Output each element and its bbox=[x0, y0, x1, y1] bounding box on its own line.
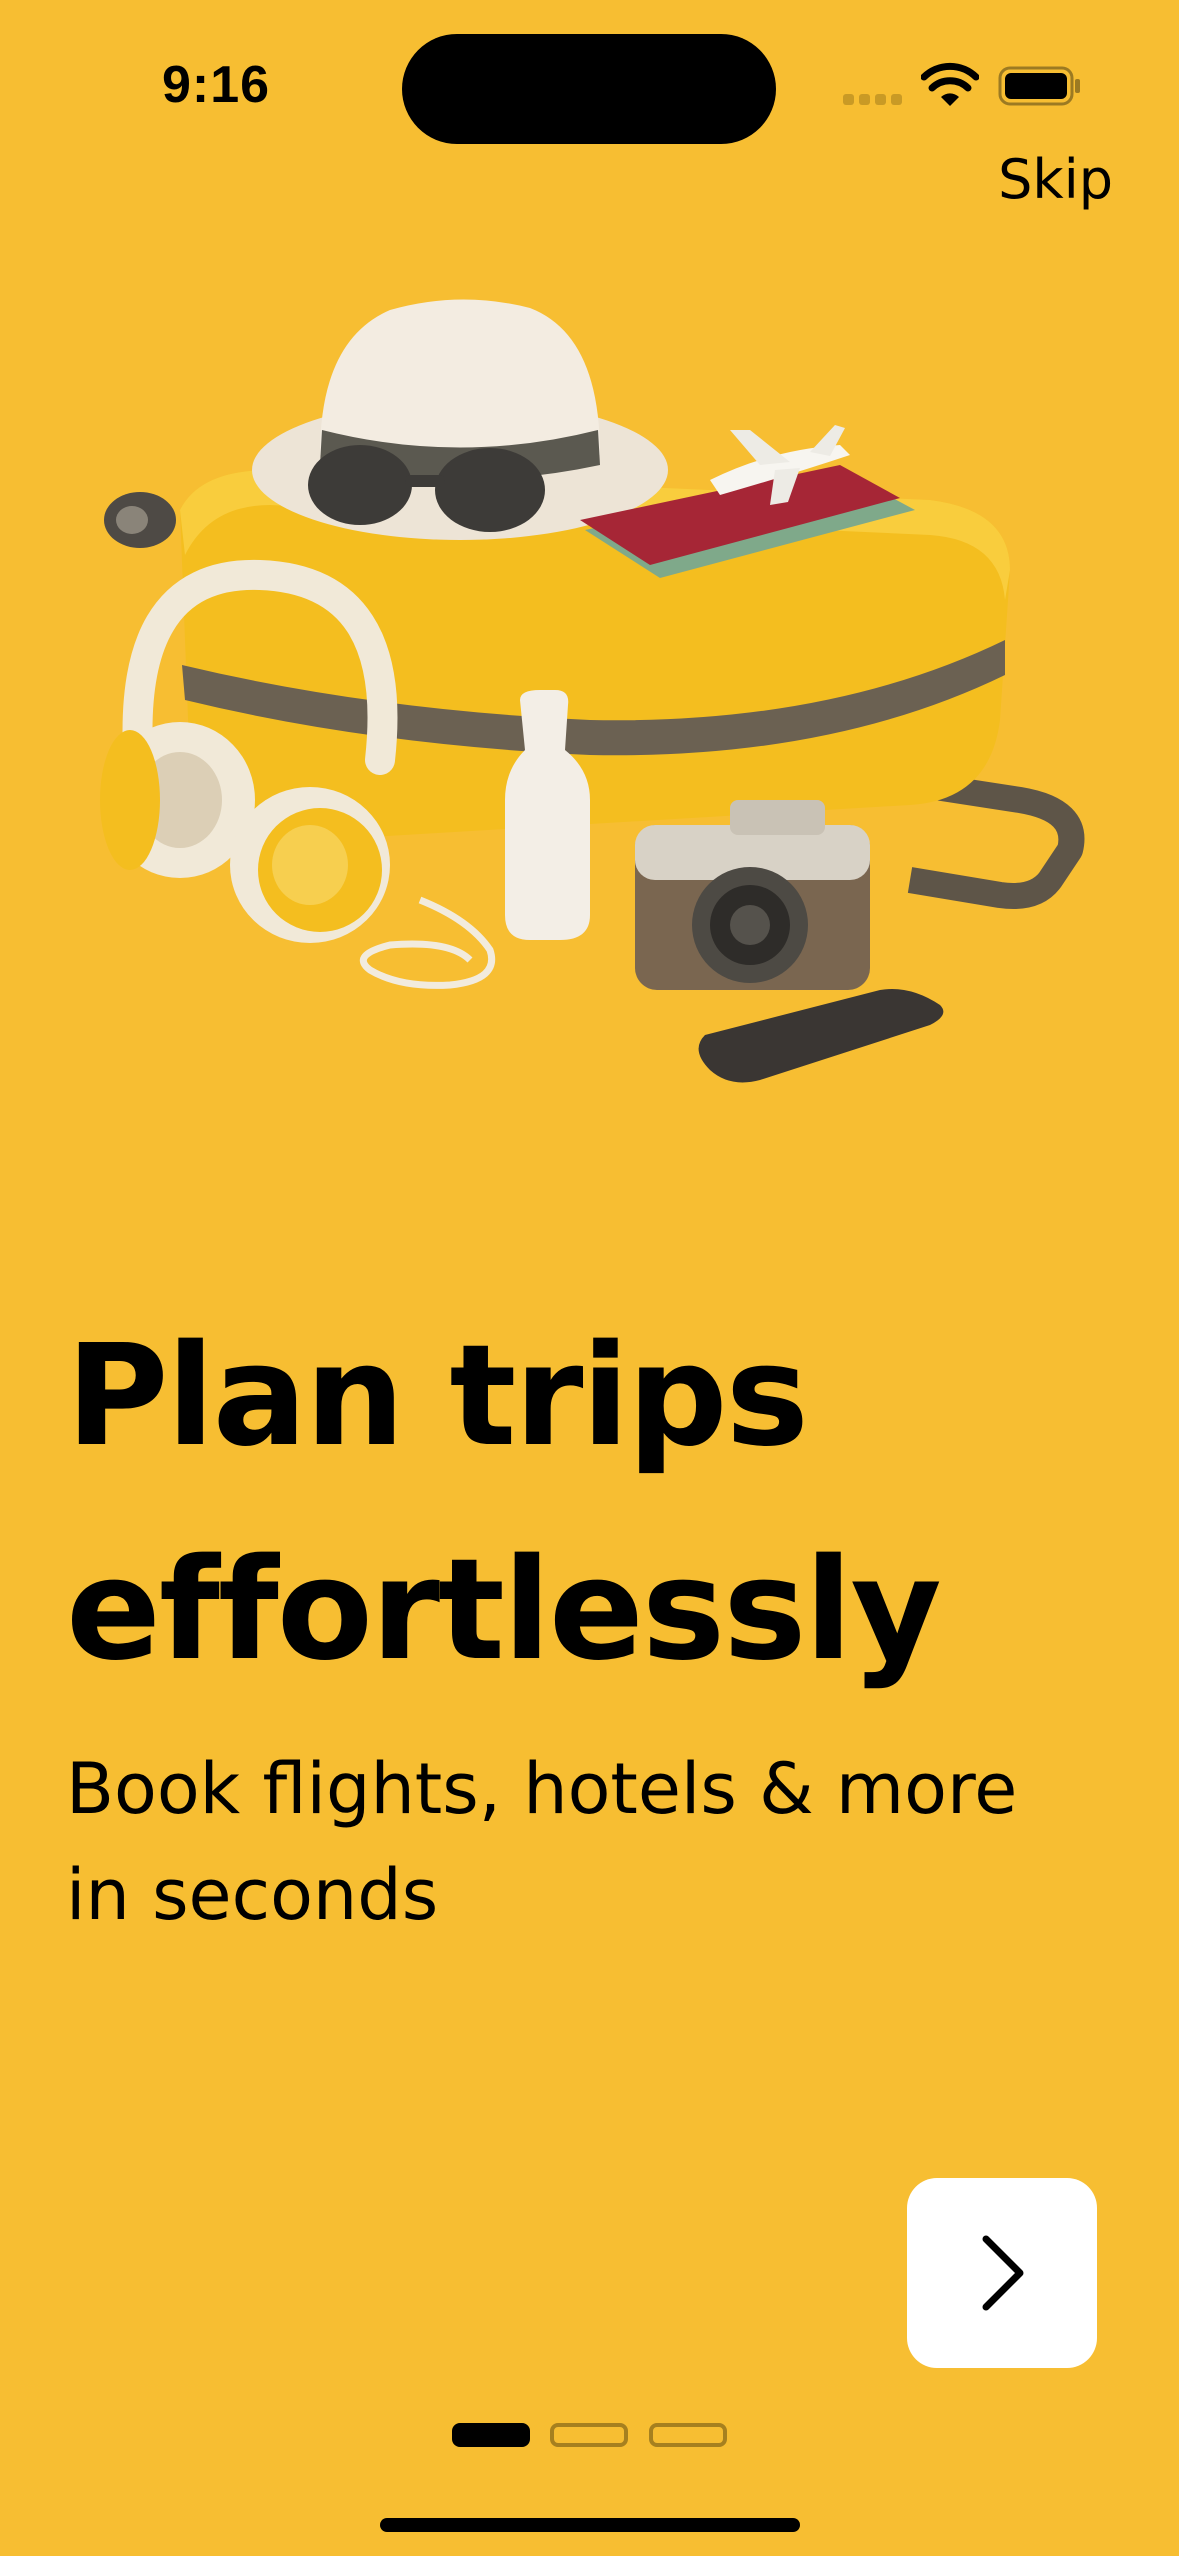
status-time: 9:16 bbox=[162, 56, 271, 114]
wifi-icon bbox=[921, 62, 979, 106]
battery-icon bbox=[998, 66, 1080, 106]
chevron-right-icon bbox=[982, 2235, 1024, 2311]
next-button[interactable] bbox=[907, 2178, 1097, 2368]
travel-illustration bbox=[100, 299, 1085, 1083]
skip-button[interactable]: Skip bbox=[998, 148, 1113, 211]
dynamic-island bbox=[402, 34, 776, 144]
onboarding-subtitle: Book flights, hotels & more in seconds bbox=[66, 1736, 1106, 1948]
headline-line-2: effortlessly bbox=[66, 1529, 942, 1692]
subtitle-line-1: Book flights, hotels & more bbox=[66, 1748, 1018, 1830]
home-indicator bbox=[380, 2518, 800, 2532]
page-dot[interactable] bbox=[649, 2423, 727, 2447]
status-bar: 9:16 bbox=[0, 0, 1179, 170]
page-dot-active[interactable] bbox=[452, 2423, 530, 2447]
subtitle-line-2: in seconds bbox=[66, 1854, 439, 1936]
onboarding-headline: Plan trips effortlessly bbox=[66, 1290, 1116, 1718]
headline-line-1: Plan trips bbox=[66, 1315, 809, 1478]
page-dot[interactable] bbox=[550, 2423, 628, 2447]
cellular-signal-icon bbox=[843, 94, 903, 106]
